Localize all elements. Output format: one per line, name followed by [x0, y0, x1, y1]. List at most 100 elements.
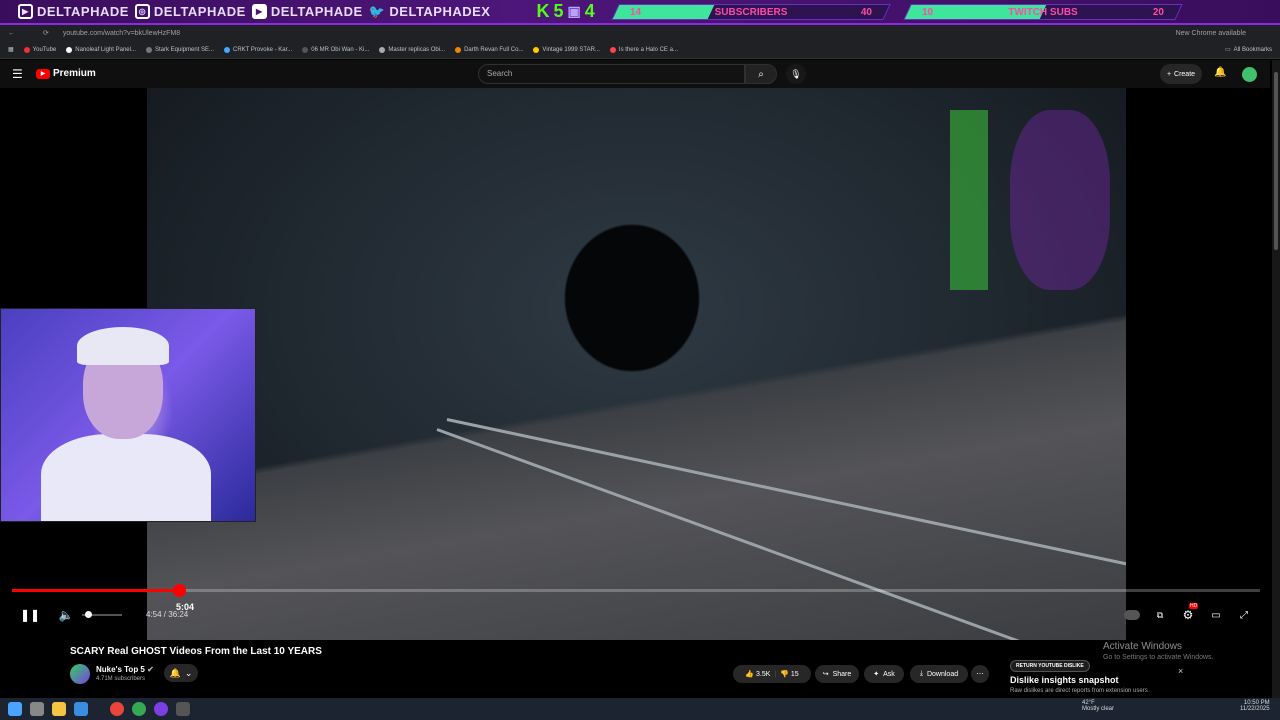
share-icon: ↪	[822, 671, 829, 678]
download-button[interactable]: ⤓ Download	[910, 665, 968, 683]
theater-mode-button[interactable]: ▭	[1208, 607, 1224, 623]
voice-search-button[interactable]: 🎙	[786, 64, 806, 84]
back-icon[interactable]: ←	[8, 30, 15, 37]
pause-button[interactable]: ❚❚	[19, 607, 41, 623]
obs-icon[interactable]	[154, 702, 168, 716]
social-handle-twitch: ▶ DELTAPHADE	[18, 4, 129, 19]
more-icon: ⋯	[976, 671, 984, 678]
apps-icon[interactable]: ▦	[8, 46, 14, 53]
all-bookmarks-label: All Bookmarks	[1233, 46, 1272, 53]
create-button[interactable]: + Create	[1160, 64, 1202, 84]
app-icon[interactable]	[176, 702, 190, 716]
pause-icon: ❚❚	[19, 608, 41, 622]
address-bar[interactable]: youtube.com/watch?v=bkUlewHzFM8	[63, 30, 1176, 37]
streamer-webcam	[0, 308, 256, 522]
ask-button[interactable]: ✦ Ask	[864, 665, 904, 683]
bookmark[interactable]: YouTube	[23, 46, 56, 53]
social-handle-instagram: ◎ DELTAPHADE	[134, 4, 246, 19]
app-icon[interactable]	[74, 702, 88, 716]
goal-current: 14	[629, 6, 641, 17]
close-icon[interactable]: ×	[1178, 666, 1183, 676]
twitch-count: 4	[584, 1, 595, 21]
bookmark[interactable]: Darth Revan Full Co...	[455, 46, 523, 53]
search-icon: ⌕	[758, 68, 764, 80]
bookmark[interactable]: 06 MR Obi Wan - Ki...	[302, 46, 370, 53]
settings-button[interactable]: ⚙ HD	[1180, 603, 1199, 623]
bookmark-favicon-icon	[23, 46, 30, 53]
bookmarks-bar: ▦ YouTube Nanoleaf Light Panel... Stark …	[0, 41, 1280, 59]
ask-label: Ask	[883, 670, 895, 678]
progress-bar[interactable]	[12, 589, 1260, 592]
weather-widget[interactable]: 42°F Mostly clear	[1082, 700, 1114, 712]
bookmark-favicon-icon	[145, 46, 152, 53]
bookmark-label: Stark Equipment SE...	[154, 46, 214, 53]
bookmark-label: Vintage 1999 STAR...	[542, 46, 600, 53]
goal-target: 40	[860, 6, 872, 17]
bookmark-label: Master replicas Obi...	[388, 46, 446, 53]
twitch-icon: ▶	[18, 4, 33, 19]
handle-text: DELTAPHADE	[153, 4, 246, 19]
verified-icon: ✔	[147, 665, 154, 674]
watermark-green	[950, 110, 988, 290]
youtube-logo[interactable]: ▶ Premium	[36, 68, 96, 79]
kick-count: 5	[553, 1, 564, 21]
bookmark-label: 06 MR Obi Wan - Ki...	[311, 46, 370, 53]
bookmark[interactable]: Nanoleaf Light Panel...	[66, 46, 136, 53]
reload-icon[interactable]: ⟳	[43, 29, 49, 37]
task-view-icon[interactable]	[30, 702, 44, 716]
share-button[interactable]: ↪ Share	[815, 665, 859, 683]
more-actions-button[interactable]: ⋯	[971, 665, 989, 683]
bookmark-favicon-icon	[609, 46, 616, 53]
search-input[interactable]: Search	[478, 64, 745, 84]
goal-target: 20	[1152, 6, 1164, 17]
bookmark-favicon-icon	[302, 46, 309, 53]
channel-name[interactable]: Nuke's Top 5 ✔	[96, 665, 154, 674]
volume-slider[interactable]	[82, 611, 122, 618]
handle-text: DELTAPHADE	[37, 4, 129, 19]
file-explorer-icon[interactable]	[52, 702, 66, 716]
like-button[interactable]: 👍 3.5K	[745, 670, 770, 678]
bookmark[interactable]: Stark Equipment SE...	[145, 46, 214, 53]
social-handle-youtube: ▶ DELTAPHADE	[251, 4, 363, 19]
subtitles-button[interactable]: ⧉	[1152, 607, 1168, 623]
goal-current: 10	[921, 6, 933, 17]
microphone-icon: 🎙	[790, 68, 802, 79]
bookmark[interactable]: Is there a Halo CE a...	[609, 46, 678, 53]
theater-icon: ▭	[1211, 609, 1221, 621]
divider: |	[774, 670, 777, 678]
ryd-badge: RETURN YOUTUBE DISLIKE	[1010, 660, 1090, 672]
activation-watermark-title: Activate Windows	[1103, 641, 1182, 652]
bookmark-favicon-icon	[379, 46, 386, 53]
notifications-bell-icon[interactable]: 🔔	[1214, 67, 1226, 78]
volume-button[interactable]: 🔈	[58, 607, 74, 623]
avatar[interactable]	[1242, 67, 1257, 82]
ryd-subtitle: Raw dislikes are direct reports from ext…	[1010, 688, 1148, 694]
channel-avatar[interactable]	[70, 664, 90, 684]
menu-icon[interactable]: ☰	[12, 67, 23, 81]
handle-text: DELTAPHADE	[270, 4, 363, 19]
webcam-cap-shape	[77, 327, 169, 365]
goal-label: SUBSCRIBERS	[714, 6, 788, 17]
taskbar-clock[interactable]: 10:50 PM 11/22/2025	[1240, 700, 1270, 712]
chrome-icon[interactable]	[132, 702, 146, 716]
bookmark-label: CRKT Provoke - Kar...	[233, 46, 293, 53]
windows-start-icon[interactable]	[8, 702, 22, 716]
bookmark[interactable]: Vintage 1999 STAR...	[533, 46, 600, 53]
chevron-down-icon: ⌄	[184, 667, 193, 678]
rail-track	[436, 428, 1049, 640]
dislike-button[interactable]: 👎 15	[780, 670, 798, 678]
hd-badge: HD	[1189, 603, 1199, 609]
fullscreen-button[interactable]: ⤢	[1236, 607, 1252, 623]
subscribed-button[interactable]: 🔔 ⌄	[164, 664, 198, 682]
bookmark[interactable]: CRKT Provoke - Kar...	[224, 46, 293, 53]
bookmark[interactable]: Master replicas Obi...	[379, 46, 446, 53]
scrollbar-thumb[interactable]	[1274, 72, 1278, 250]
autoplay-toggle[interactable]	[1124, 610, 1140, 620]
bookmark-label: Nanoleaf Light Panel...	[75, 46, 136, 53]
search-button[interactable]: ⌕	[745, 64, 777, 84]
chrome-icon[interactable]	[110, 702, 124, 716]
time-display: 4:54 / 36:24	[146, 610, 189, 619]
volume-icon: 🔈	[58, 608, 74, 622]
chrome-update-notice[interactable]: New Chrome available	[1176, 30, 1246, 37]
all-bookmarks[interactable]: ▭ All Bookmarks	[1225, 46, 1272, 54]
